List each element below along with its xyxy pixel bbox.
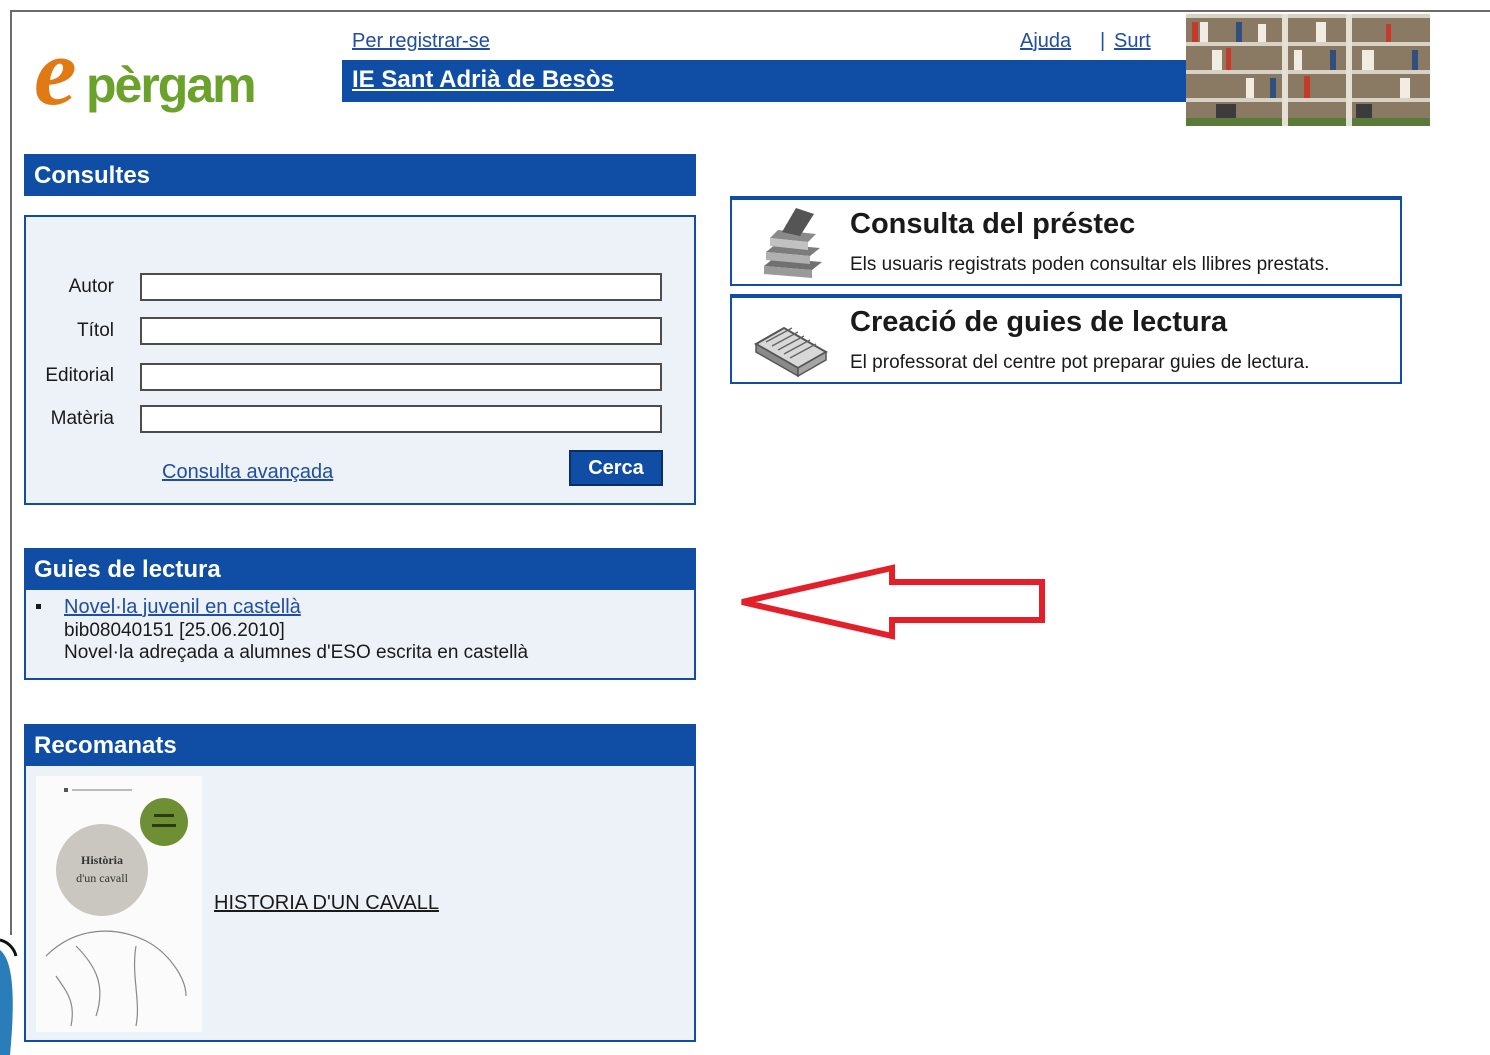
site-title-bar: IE Sant Adrià de Besòs [342,60,1188,102]
guide-description: Novel·la adreçada a alumnes d'ESO escrit… [64,642,529,663]
search-panel-header: Consultes [24,154,696,196]
guides-panel-header: Guies de lectura [24,548,696,590]
books-stack-icon [764,208,822,278]
svg-text:d'un cavall: d'un cavall [76,871,128,885]
author-input[interactable] [140,273,662,301]
guide-title-link[interactable]: Novel·la juvenil en castellà [64,596,301,619]
guide-meta: bib08040151 [25.06.2010] [64,620,285,641]
logout-link[interactable]: Surt [1114,30,1151,53]
svg-text:Història: Història [81,853,123,867]
book-cover-image[interactable]: Història d'un cavall [36,776,202,1032]
recommended-panel: Història d'un cavall HISTORIA D'UN CAVAL… [24,764,696,1042]
epergam-logo[interactable]: e pèrgam [34,24,334,124]
title-label: Títol [77,320,114,341]
search-button[interactable]: Cerca [569,450,663,486]
register-link[interactable]: Per registrar-se [352,30,490,53]
create-guides-description: El professorat del centre pot preparar g… [850,352,1310,373]
recommended-panel-header: Recomanats [24,724,696,766]
window-frame-top [10,10,1490,12]
svg-text:e: e [34,24,77,124]
loan-query-card[interactable]: Consulta del préstec Els usuaris registr… [730,196,1402,286]
slide-corner-decoration [0,938,18,1055]
search-panel-title: Consultes [34,162,151,189]
subject-input[interactable] [140,405,662,433]
list-bullet [36,604,41,609]
create-guides-title: Creació de guies de lectura [850,306,1228,338]
search-panel: Autor Títol Editorial Matèria Consulta a… [24,215,696,505]
svg-text:pèrgam: pèrgam [86,57,255,113]
guides-panel: Novel·la juvenil en castellà bib08040151… [24,588,696,680]
help-link[interactable]: Ajuda [1020,30,1071,53]
guides-panel-title: Guies de lectura [34,556,221,583]
loan-query-description: Els usuaris registrats poden consultar e… [850,254,1330,275]
library-shelves-image [1186,14,1430,126]
create-guides-card[interactable]: Creació de guies de lectura El professor… [730,294,1402,384]
publisher-input[interactable] [140,363,662,391]
advanced-search-link[interactable]: Consulta avançada [162,461,333,484]
title-input[interactable] [140,317,662,345]
window-frame-left [10,10,12,935]
site-title-link[interactable]: IE Sant Adrià de Besòs [352,66,614,94]
recommended-panel-title: Recomanats [34,732,177,759]
open-book-icon [753,326,828,378]
loan-query-title: Consulta del préstec [850,208,1136,240]
author-label: Autor [68,276,114,297]
red-arrow-annotation [741,564,1045,640]
subject-label: Matèria [50,408,114,429]
header-separator: | [1100,30,1106,52]
publisher-label: Editorial [45,365,114,386]
recommended-book-link[interactable]: HISTORIA D'UN CAVALL [214,892,439,915]
